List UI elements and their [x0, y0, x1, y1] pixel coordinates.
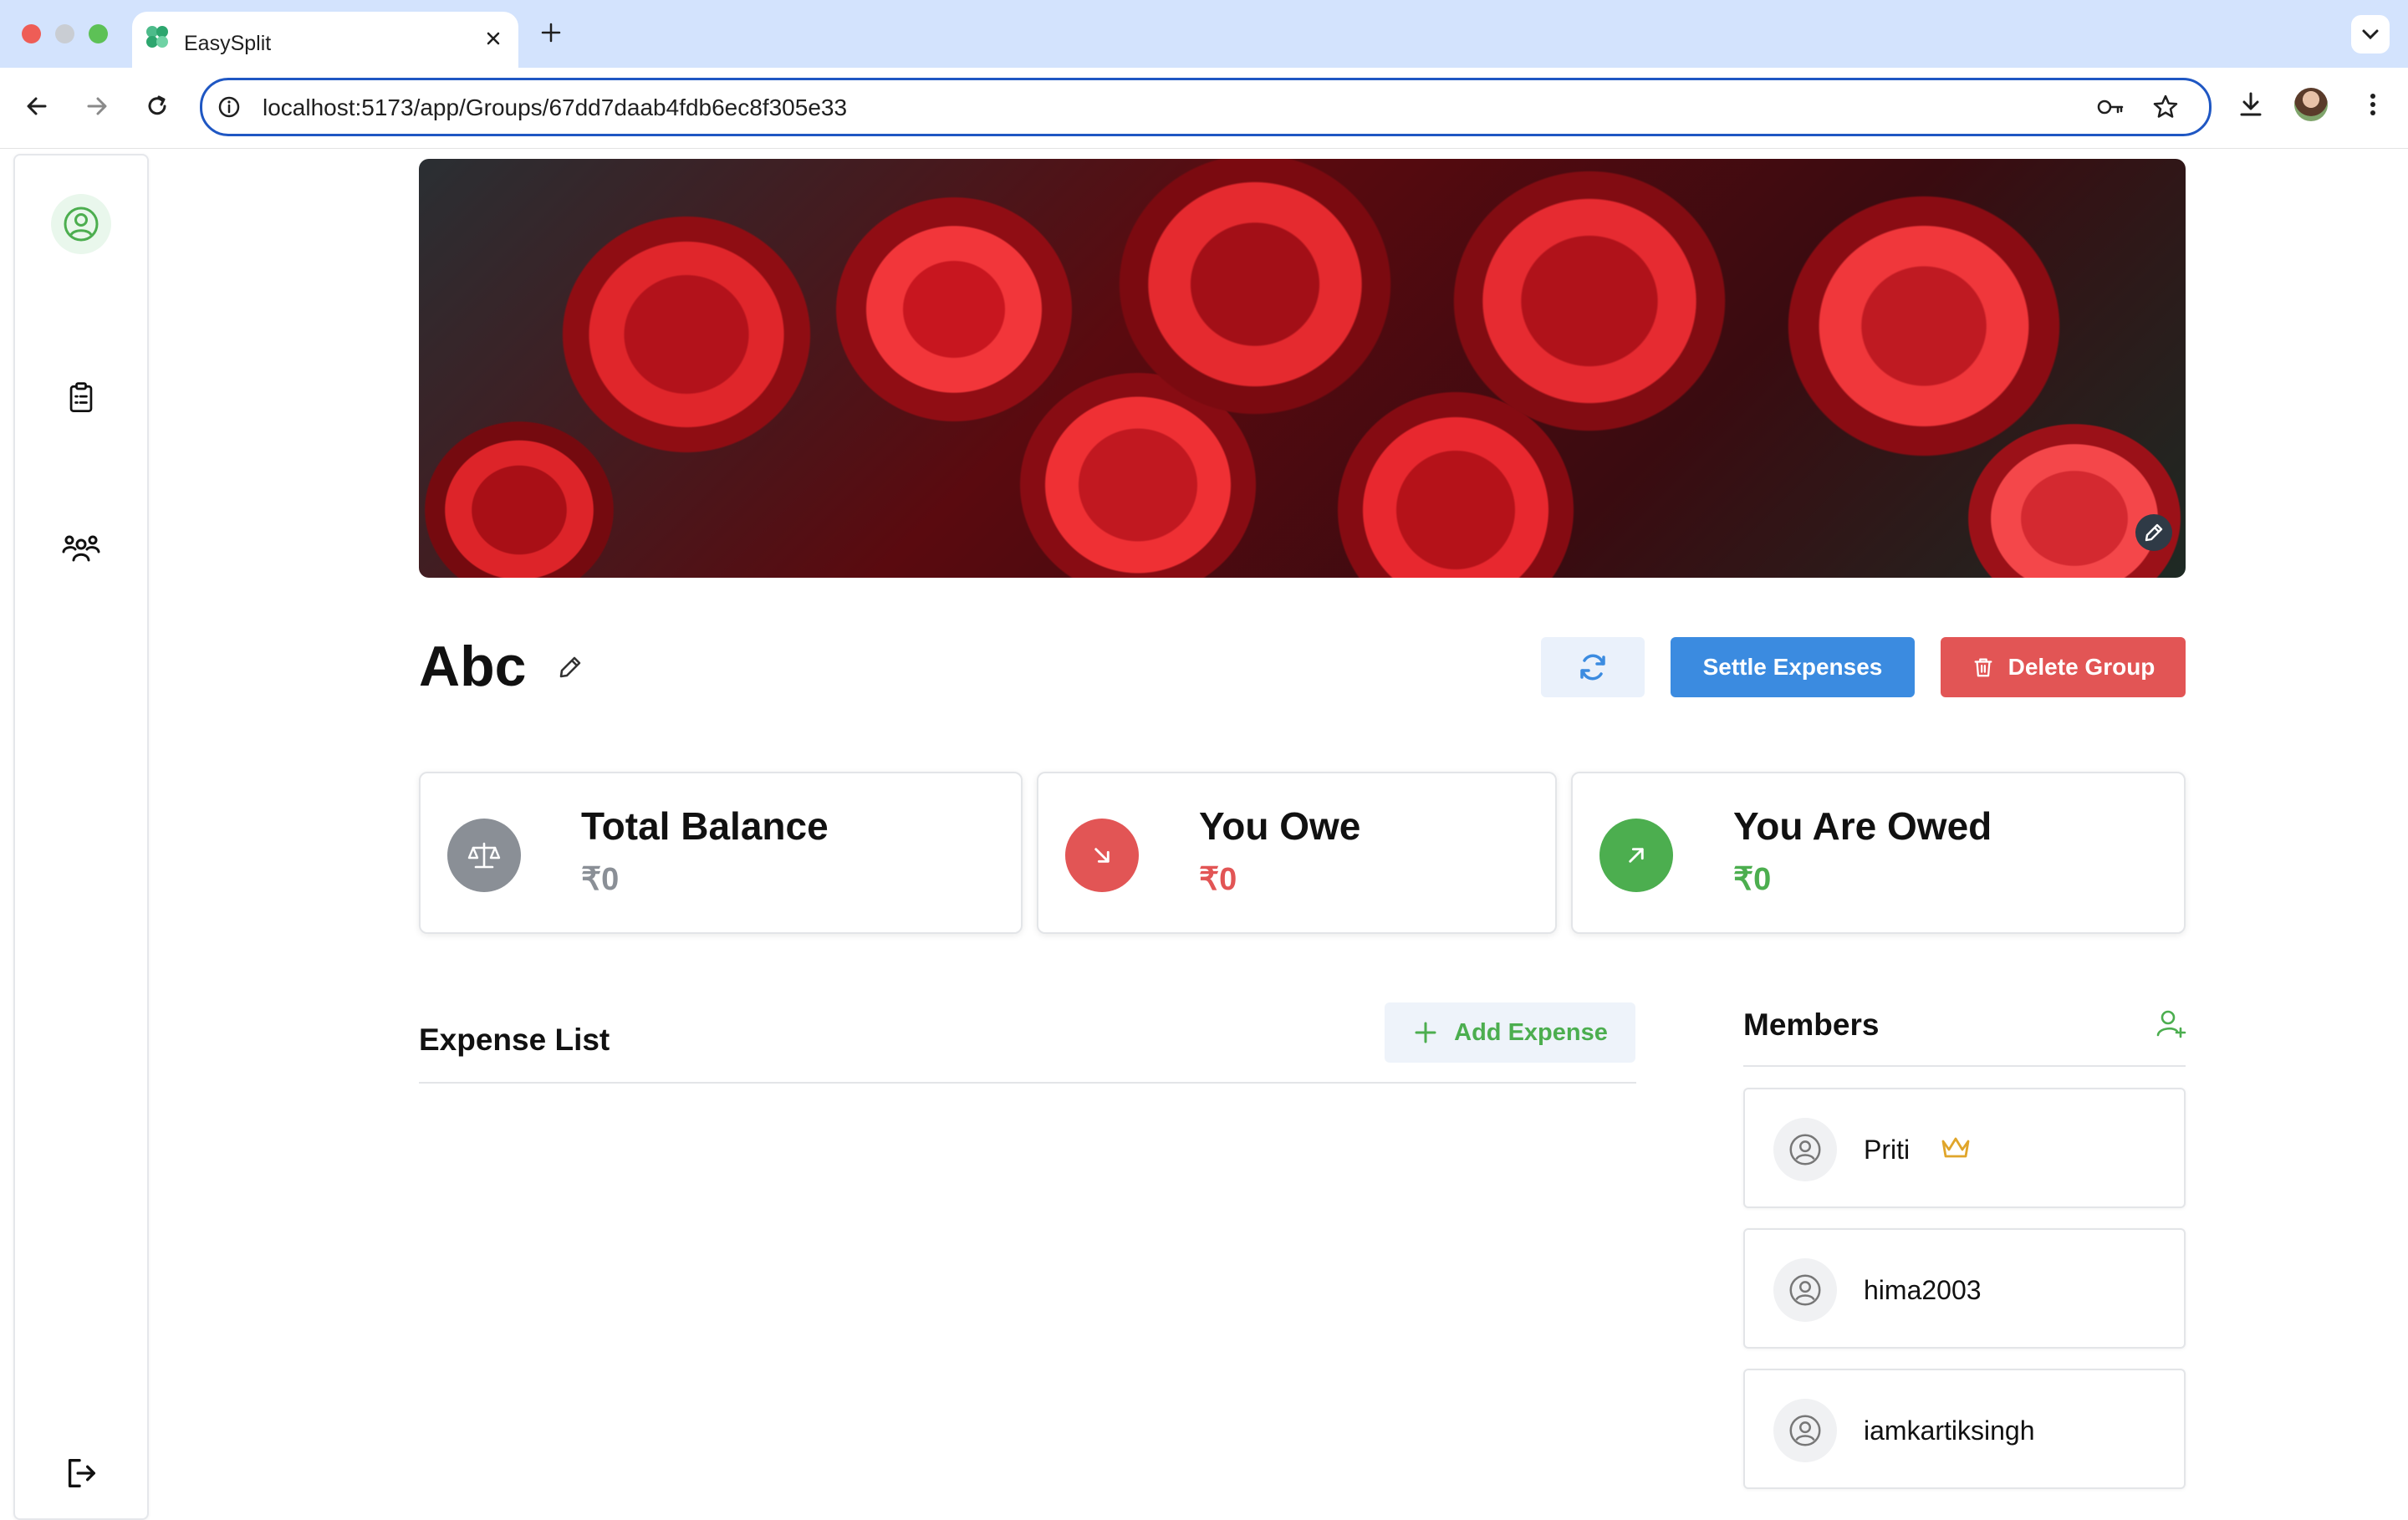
chevron-down-icon: [2362, 29, 2379, 40]
address-bar[interactable]: localhost:5173/app/Groups/67dd7daab4fdb6…: [200, 78, 2212, 136]
edit-group-name-icon[interactable]: [555, 652, 585, 682]
you-are-owed-value: ₹0: [1733, 862, 1772, 897]
crown-icon: [1941, 1137, 1970, 1158]
browser-toolbar: localhost:5173/app/Groups/67dd7daab4fdb6…: [0, 68, 2408, 149]
member-name: iamkartiksingh: [1864, 1415, 2035, 1446]
sidebar-item-groups[interactable]: [51, 520, 111, 580]
back-icon[interactable]: [20, 89, 54, 123]
total-balance-label: Total Balance: [581, 804, 829, 848]
kebab-menu-icon[interactable]: [2356, 88, 2390, 121]
member-name: hima2003: [1864, 1275, 1982, 1305]
you-owe-card: You Owe ₹0: [1037, 772, 1557, 934]
member-name: Priti: [1864, 1135, 1911, 1165]
scale-icon: [467, 842, 501, 869]
members-title: Members: [1743, 1007, 1880, 1042]
add-expense-label: Add Expense: [1454, 1018, 1608, 1046]
bookmark-star-icon[interactable]: [2150, 92, 2181, 122]
tab-search-button[interactable]: [2351, 15, 2390, 54]
group-name: Abc: [419, 635, 527, 698]
edit-banner-button[interactable]: [2135, 514, 2172, 551]
member-card[interactable]: hima2003: [1743, 1228, 2186, 1349]
tab-title: EasySplit: [184, 32, 272, 55]
url-text: localhost:5173/app/Groups/67dd7daab4fdb6…: [263, 94, 848, 120]
avatar: [1773, 1118, 1837, 1181]
add-expense-button[interactable]: Add Expense: [1385, 1002, 1635, 1063]
sidebar-item-logout[interactable]: [51, 1443, 111, 1503]
window-minimize-button[interactable]: [55, 24, 74, 43]
add-member-icon[interactable]: [2154, 1007, 2187, 1040]
new-tab-icon[interactable]: [538, 20, 564, 45]
trash-icon: [1974, 658, 1992, 677]
user-circle-icon: [1789, 1134, 1821, 1166]
clipboard-list-icon: [69, 382, 93, 412]
expense-list-title: Expense List: [419, 1023, 610, 1057]
user-circle-icon: [64, 207, 99, 242]
delete-group-label: Delete Group: [2008, 654, 2155, 680]
total-balance-value: ₹0: [581, 862, 620, 897]
site-info-icon[interactable]: [216, 94, 242, 120]
you-are-owed-label: You Are Owed: [1733, 804, 1992, 848]
avatar: [1773, 1399, 1837, 1462]
user-circle-icon: [1789, 1274, 1821, 1306]
app-sidebar: [13, 154, 149, 1520]
member-card[interactable]: Priti: [1743, 1088, 2186, 1208]
logout-icon: [68, 1458, 96, 1488]
download-icon[interactable]: [2234, 88, 2268, 121]
members-divider: [1743, 1065, 2186, 1067]
refresh-icon: [1580, 654, 1605, 681]
plus-icon: [1415, 1022, 1436, 1043]
pencil-icon: [2145, 523, 2163, 542]
close-tab-icon[interactable]: [482, 27, 505, 50]
owed-icon-circle: [1599, 819, 1673, 892]
password-key-icon[interactable]: [2095, 92, 2125, 122]
easysplit-logo-icon: [146, 26, 168, 48]
forward-icon[interactable]: [80, 89, 114, 123]
refresh-button[interactable]: [1541, 637, 1645, 697]
member-card[interactable]: iamkartiksingh: [1743, 1369, 2186, 1489]
users-icon: [62, 535, 100, 562]
arrow-down-right-icon: [1094, 848, 1110, 863]
browser-tab[interactable]: EasySplit: [132, 12, 518, 68]
user-circle-icon: [1789, 1415, 1821, 1446]
you-owe-label: You Owe: [1199, 804, 1361, 848]
settle-expenses-button[interactable]: Settle Expenses: [1671, 637, 1915, 697]
balance-icon-circle: [447, 819, 521, 892]
window-maximize-button[interactable]: [89, 24, 108, 43]
settle-expenses-label: Settle Expenses: [1702, 654, 1883, 680]
you-are-owed-card: You Are Owed ₹0: [1571, 772, 2186, 934]
window-close-button[interactable]: [22, 24, 41, 43]
sidebar-item-profile[interactable]: [51, 194, 111, 254]
owe-icon-circle: [1065, 819, 1139, 892]
delete-group-button[interactable]: Delete Group: [1941, 637, 2186, 697]
total-balance-card: Total Balance ₹0: [419, 772, 1023, 934]
group-banner-image: [419, 159, 2186, 578]
arrow-up-right-icon: [1629, 848, 1644, 863]
sidebar-item-expenses[interactable]: [51, 368, 111, 428]
you-owe-value: ₹0: [1199, 862, 1237, 897]
reload-icon[interactable]: [140, 89, 174, 123]
browser-tab-strip: EasySplit: [0, 0, 2408, 68]
profile-avatar[interactable]: [2294, 88, 2328, 121]
avatar: [1773, 1258, 1837, 1322]
expense-list-divider: [419, 1082, 1636, 1084]
